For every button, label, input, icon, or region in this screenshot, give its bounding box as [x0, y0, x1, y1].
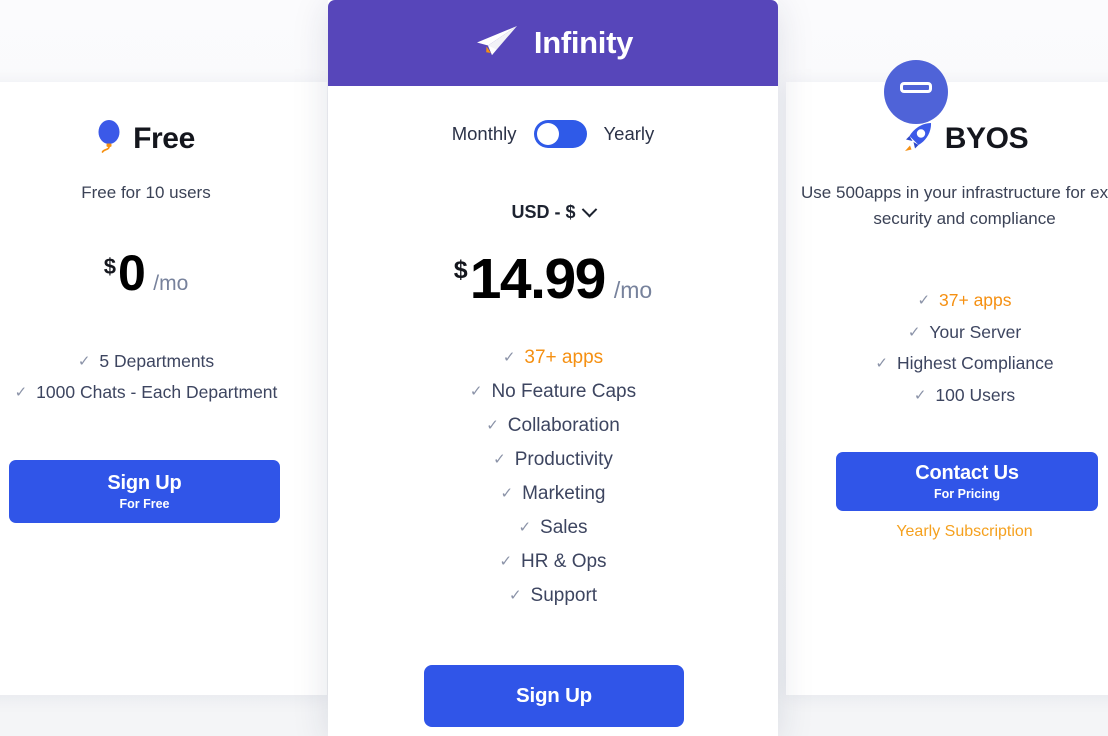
byos-contact-label: Contact Us: [915, 462, 1019, 484]
feature-item: ✓ 37+ apps: [328, 340, 778, 374]
feature-item: ✓ Productivity: [328, 442, 778, 476]
check-icon: ✓: [508, 586, 522, 604]
byos-plan-subtitle: Use 500apps in your infrastructure for e…: [801, 183, 1108, 228]
feature-item: ✓ Your Server: [792, 317, 1108, 349]
feature-item: ✓ No Feature Caps: [328, 374, 778, 408]
check-icon: ✓: [499, 552, 513, 570]
feature-label: Productivity: [514, 448, 613, 470]
check-icon: ✓: [518, 518, 532, 536]
billing-period-switch[interactable]: [533, 120, 587, 148]
infinity-brand-title: Infinity: [533, 25, 634, 60]
feature-label: 37+ apps: [939, 290, 1012, 310]
billing-period-toggle-row: Monthly Yearly: [328, 120, 778, 148]
switch-knob: [536, 123, 559, 145]
badge-bar-shape: [900, 82, 932, 93]
pricing-page: Free Free for 10 users $ 0 /mo ✓ 5 Depar…: [0, 0, 1108, 736]
byos-card-body: BYOS Use 500apps in your infrastructure …: [786, 82, 1108, 695]
feature-item: ✓ Marketing: [328, 476, 778, 510]
byos-badge-icon: [884, 60, 948, 124]
feature-item: ✓ 1000 Chats - Each Department: [0, 377, 321, 409]
free-price: $ 0 /mo: [0, 248, 321, 298]
free-signup-button[interactable]: Sign Up For Free: [9, 460, 280, 523]
free-price-period: /mo: [153, 271, 189, 295]
feature-item: ✓ 100 Users: [792, 380, 1108, 412]
check-icon: ✓: [907, 323, 921, 341]
check-icon: ✓: [502, 348, 516, 366]
byos-subscription-note[interactable]: Yearly Subscription: [786, 523, 1108, 541]
free-signup-sublabel: For Free: [119, 497, 170, 511]
feature-item: ✓ Collaboration: [328, 408, 778, 442]
byos-plan-title: BYOS: [944, 122, 1029, 155]
balloon-icon: [97, 119, 123, 159]
byos-contact-button[interactable]: Contact Us For Pricing: [836, 452, 1098, 511]
feature-label: Sales: [540, 516, 588, 538]
feature-label: No Feature Caps: [491, 380, 637, 402]
feature-label: Collaboration: [507, 414, 620, 436]
byos-contact-sublabel: For Pricing: [934, 487, 1000, 501]
feature-label: Highest Compliance: [896, 353, 1054, 373]
feature-label: Support: [530, 584, 598, 606]
free-price-value: 0: [117, 244, 146, 301]
infinity-price-period: /mo: [613, 277, 653, 303]
free-card-body: Free Free for 10 users $ 0 /mo ✓ 5 Depar…: [0, 82, 327, 695]
check-icon: ✓: [875, 355, 888, 373]
feature-item: ✓ 37+ apps: [792, 285, 1108, 317]
currency-selector-label: USD - $: [511, 202, 576, 222]
billing-yearly-label[interactable]: Yearly: [604, 123, 655, 145]
infinity-price: $ 14.99 /mo: [328, 251, 778, 308]
infinity-currency-symbol: $: [453, 256, 468, 284]
check-icon: ✓: [913, 386, 927, 404]
free-currency-symbol: $: [103, 253, 116, 279]
infinity-card-header: Infinity: [328, 0, 778, 86]
check-icon: ✓: [77, 352, 91, 370]
check-icon: ✓: [469, 382, 483, 400]
chevron-down-icon: [581, 201, 597, 218]
feature-label: Marketing: [522, 482, 606, 504]
pricing-card-infinity: Infinity Monthly Yearly USD - $ $ 14.99 …: [328, 0, 778, 736]
feature-item: ✓ Highest Compliance: [792, 348, 1108, 380]
feature-label: 5 Departments: [99, 350, 215, 371]
check-icon: ✓: [486, 416, 499, 434]
feature-label: 37+ apps: [524, 346, 604, 368]
infinity-signup-label: Sign Up: [515, 684, 593, 707]
pricing-card-byos: BYOS Use 500apps in your infrastructure …: [786, 82, 1108, 695]
free-plan-subtitle: Free for 10 users: [81, 183, 211, 202]
free-plan-title: Free: [133, 122, 195, 155]
check-icon: ✓: [493, 450, 506, 468]
paper-plane-icon: [473, 24, 519, 63]
feature-item: ✓ Support: [328, 578, 778, 612]
billing-monthly-label[interactable]: Monthly: [452, 123, 517, 145]
rocket-icon: [901, 120, 935, 159]
infinity-signup-button[interactable]: Sign Up: [424, 665, 684, 727]
feature-item: ✓ 5 Departments: [0, 346, 321, 378]
check-icon: ✓: [14, 384, 28, 402]
free-plan-header: Free: [0, 116, 321, 162]
feature-label: HR & Ops: [521, 550, 607, 572]
infinity-price-value: 14.99: [469, 247, 607, 311]
free-feature-list: ✓ 5 Departments ✓ 1000 Chats - Each Depa…: [0, 346, 321, 409]
pricing-card-free: Free Free for 10 users $ 0 /mo ✓ 5 Depar…: [0, 82, 327, 695]
free-signup-label: Sign Up: [107, 472, 182, 494]
feature-label: 1000 Chats - Each Department: [36, 382, 278, 402]
check-icon: ✓: [917, 292, 931, 310]
check-icon: ✓: [500, 484, 514, 502]
feature-label: 100 Users: [935, 384, 1016, 405]
infinity-feature-list: ✓ 37+ apps ✓ No Feature Caps ✓ Collabora…: [328, 340, 778, 612]
currency-selector[interactable]: USD - $: [328, 201, 778, 223]
feature-item: ✓ Sales: [328, 510, 778, 544]
feature-item: ✓ HR & Ops: [328, 544, 778, 578]
byos-feature-list: ✓ 37+ apps ✓ Your Server ✓ Highest Compl…: [792, 285, 1108, 411]
feature-label: Your Server: [929, 321, 1022, 342]
byos-plan-header: BYOS: [792, 116, 1108, 162]
